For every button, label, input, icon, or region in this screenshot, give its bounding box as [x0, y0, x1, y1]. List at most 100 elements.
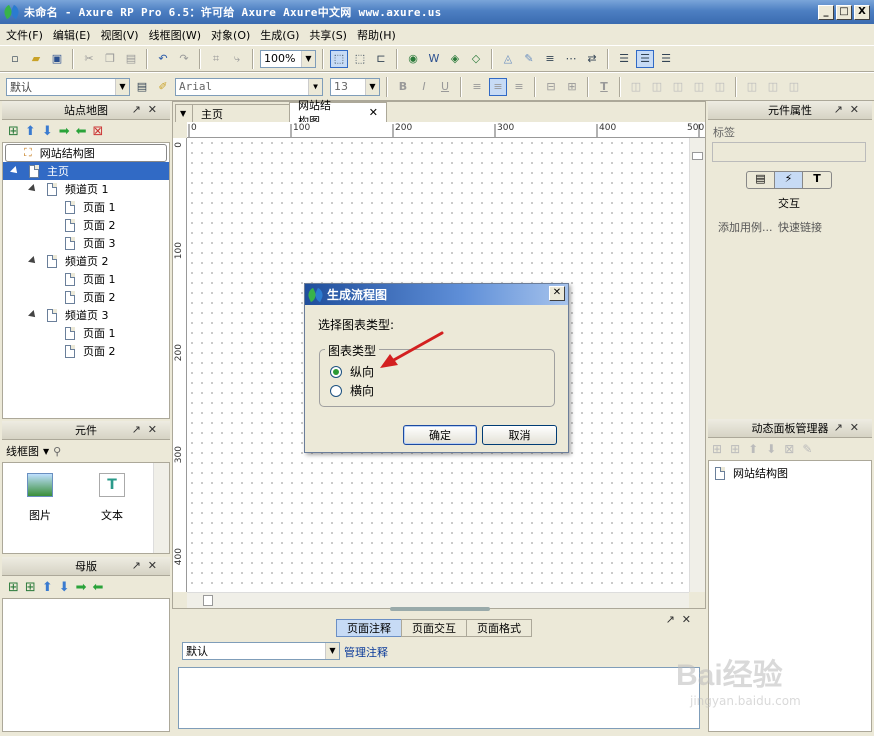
sitemap-item-page[interactable]: 页面 1	[3, 324, 169, 342]
widget-image[interactable]: 图片	[25, 473, 55, 523]
sitemap-item-page[interactable]: 页面 2	[3, 288, 169, 306]
menu-object[interactable]: 对象(O)	[211, 27, 250, 43]
edit-state-icon[interactable]: ✎	[802, 442, 812, 456]
sitemap-root[interactable]: ⛶ 网站结构图	[5, 144, 167, 162]
sitemap-item-home[interactable]: 主页	[3, 162, 169, 180]
font-size-select[interactable]: 13 ▼	[330, 77, 380, 96]
bullets-icon[interactable]: ☰	[615, 50, 633, 68]
line-color-icon[interactable]: ✎	[520, 50, 538, 68]
new-file-icon[interactable]: ▫	[6, 50, 24, 68]
delete-state-icon[interactable]: ⊠	[784, 442, 794, 456]
label-input[interactable]	[712, 142, 866, 162]
align-middle-icon[interactable]: ≡	[489, 77, 507, 96]
bold-button[interactable]: B	[394, 78, 412, 96]
notes-textarea[interactable]	[178, 667, 700, 729]
preview-icon[interactable]: ◉	[404, 50, 422, 68]
select-intersect-icon[interactable]: ⬚	[330, 49, 348, 68]
tab-list-dropdown[interactable]: ▼	[175, 104, 193, 122]
add-page-icon[interactable]: ⊞	[8, 124, 19, 139]
tab-sitemap-diagram[interactable]: 网站结构图 ✕	[289, 99, 387, 128]
italic-button[interactable]: I	[415, 78, 433, 96]
lock-icon[interactable]: ◫	[711, 78, 729, 96]
move-up-icon[interactable]: ⬆	[25, 124, 36, 139]
widget-text[interactable]: T 文本	[97, 473, 127, 523]
underline-button[interactable]: U	[436, 78, 454, 96]
menu-wireframe[interactable]: 线框图(W)	[149, 27, 201, 43]
canvas-horizontal-scrollbar[interactable]	[187, 592, 689, 608]
widget-scrollbar[interactable]	[153, 463, 169, 553]
add-case-link[interactable]: 添加用例...	[718, 219, 773, 235]
order3-icon[interactable]: ◫	[785, 78, 803, 96]
sitemap-item-page[interactable]: 页面 1	[3, 198, 169, 216]
menu-help[interactable]: 帮助(H)	[357, 27, 396, 43]
scroll-thumb[interactable]	[692, 152, 703, 160]
option-vertical[interactable]: 纵向	[330, 363, 374, 380]
interaction-tab-icon[interactable]: ⚡	[775, 172, 803, 188]
open-folder-icon[interactable]: ▰	[27, 50, 45, 68]
distribute-icon[interactable]: ◫	[690, 78, 708, 96]
cancel-button[interactable]: 取消	[482, 425, 557, 445]
format-painter-icon[interactable]: ⌗	[207, 50, 225, 68]
order-icon[interactable]: ◫	[743, 78, 761, 96]
collapse-icon[interactable]	[10, 166, 20, 176]
select-contained-icon[interactable]: ⬚	[351, 50, 369, 68]
panel-controls[interactable]: ↗✕	[132, 103, 164, 116]
save-icon[interactable]: ▣	[48, 50, 66, 68]
align-left-icon[interactable]: ≡	[468, 78, 486, 96]
sitemap-item-page[interactable]: 页面 3	[3, 234, 169, 252]
send-back-icon[interactable]: ◫	[648, 78, 666, 96]
widget-library-select[interactable]: 线框图	[6, 443, 39, 459]
search-icon[interactable]: ⚲	[53, 445, 61, 458]
publish-icon[interactable]: ◇	[467, 50, 485, 68]
close-window-button[interactable]: X	[854, 5, 870, 20]
radio-vertical[interactable]	[330, 365, 342, 378]
menu-share[interactable]: 共享(S)	[309, 27, 347, 43]
maximize-button[interactable]: □	[836, 5, 852, 20]
add-master-icon[interactable]: ⊞	[8, 580, 19, 595]
order2-icon[interactable]: ◫	[764, 78, 782, 96]
panel-controls[interactable]: ↗✕	[666, 613, 698, 626]
align-objects-icon[interactable]: ◫	[669, 78, 687, 96]
delete-page-icon[interactable]: ⊠	[93, 124, 104, 139]
line-weight-icon[interactable]: ≡	[541, 50, 559, 68]
tab-home[interactable]: 主页	[192, 104, 290, 122]
dialog-close-button[interactable]: ✕	[549, 286, 565, 301]
move-down-icon[interactable]: ⬇	[59, 580, 70, 595]
move-up-icon[interactable]: ⬆	[748, 442, 758, 456]
duplicate-state-icon[interactable]: ⊞	[730, 442, 740, 456]
move-down-icon[interactable]: ⬇	[42, 124, 53, 139]
connector-icon[interactable]: ⤷	[228, 50, 246, 68]
redo-icon[interactable]: ↷	[175, 50, 193, 68]
minimize-button[interactable]: _	[818, 5, 834, 20]
menu-view[interactable]: 视图(V)	[100, 27, 138, 43]
scroll-thumb[interactable]	[203, 595, 213, 606]
quick-link[interactable]: 快速链接	[778, 219, 822, 235]
text-color-button[interactable]: T	[595, 78, 613, 96]
sitemap-item-channel-3[interactable]: 频道页 3	[3, 306, 169, 324]
menu-edit[interactable]: 编辑(E)	[53, 27, 91, 43]
panel-controls[interactable]: ↗✕	[834, 103, 866, 116]
font-family-select[interactable]: Arial ▼	[175, 77, 323, 96]
sitemap-item-channel-1[interactable]: 频道页 1	[3, 180, 169, 198]
collapse-icon[interactable]	[28, 184, 38, 194]
line-style-icon[interactable]: ⋯	[562, 50, 580, 68]
manage-notes-link[interactable]: 管理注释	[344, 644, 388, 660]
word-spec-icon[interactable]: W	[425, 50, 443, 68]
add-folder-icon[interactable]: ⊞	[25, 580, 36, 595]
tab-page-interactions[interactable]: 页面交互	[401, 619, 467, 637]
connection-tool-icon[interactable]: ⊏	[372, 50, 390, 68]
collapse-icon[interactable]	[28, 256, 38, 266]
sitemap-item-page[interactable]: 页面 2	[3, 216, 169, 234]
notes-set-select[interactable]: 默认 ▼	[182, 642, 340, 660]
outdent-icon[interactable]: ⬅	[93, 580, 104, 595]
move-down-icon[interactable]: ⬇	[766, 442, 776, 456]
panel-controls[interactable]: ↗✕	[132, 423, 164, 436]
align-center-icon[interactable]: ☰	[636, 49, 654, 68]
annotation-tab-icon[interactable]: ▤	[747, 172, 775, 188]
zoom-select[interactable]: 100% ▼	[260, 49, 316, 68]
indent-icon[interactable]: ➡	[76, 580, 87, 595]
move-up-icon[interactable]: ⬆	[42, 580, 53, 595]
ok-button[interactable]: 确定	[403, 425, 477, 445]
undo-icon[interactable]: ↶	[154, 50, 172, 68]
option-horizontal[interactable]: 横向	[330, 382, 374, 399]
